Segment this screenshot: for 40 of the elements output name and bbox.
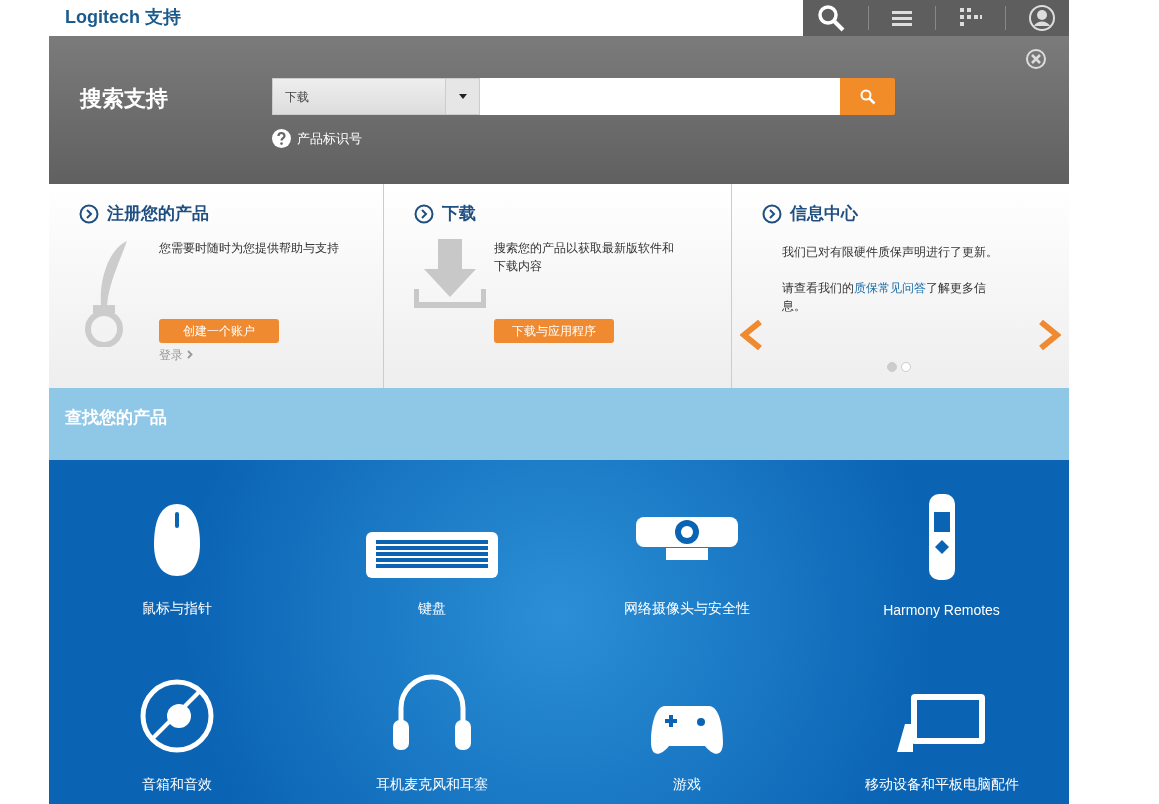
card-text: 我们已对有限硬件质保声明进行了更新。 [781, 244, 999, 261]
product-category-link[interactable]: 鼠标与指针 [141, 600, 212, 618]
speaker-icon [138, 678, 215, 754]
chevron-icon [186, 350, 193, 359]
card-title[interactable]: 下载 [442, 202, 476, 225]
mouse-icon [151, 502, 202, 578]
card-text: 搜索您的产品以获取最新版软件和下载内容 [494, 240, 675, 275]
chevron-circle-icon [414, 203, 434, 224]
close-icon[interactable] [1025, 48, 1047, 70]
next-arrow-icon[interactable] [1039, 320, 1061, 350]
search-button[interactable] [840, 78, 895, 115]
search-title: 搜索支持 [80, 84, 169, 113]
product-id-link[interactable]: 产品标识号 [272, 129, 895, 148]
search-field[interactable] [480, 78, 840, 115]
previous-arrow-icon[interactable] [740, 320, 762, 350]
chevron-circle-icon [762, 203, 782, 224]
tablet-icon [896, 692, 987, 754]
chevron-circle-icon [79, 203, 99, 224]
carousel-dot[interactable] [901, 362, 911, 372]
product-category-link[interactable]: 网络摄像头与安全性 [623, 600, 750, 618]
product-category-link[interactable]: 移动设备和平板电脑配件 [864, 776, 1019, 794]
keyboard-icon [365, 532, 498, 578]
help-icon [272, 129, 291, 148]
section-title: 查找您的产品 [65, 405, 167, 429]
product-category-link[interactable]: 键盘 [417, 600, 446, 618]
product-category-link[interactable]: 游戏 [672, 776, 701, 794]
category-select[interactable]: 下载 [272, 78, 480, 115]
caret-icon[interactable] [445, 79, 479, 114]
brand-title[interactable]: Logitech 支持 [49, 0, 197, 36]
card-text: 请查看我们的质保常见问答了解更多信息。 [781, 280, 987, 315]
carousel-dot[interactable] [887, 362, 897, 372]
warranty-faq-link[interactable]: 质保常见问答 [854, 281, 926, 295]
remote-icon [928, 494, 955, 580]
card-title[interactable]: 信息中心 [790, 202, 858, 225]
card-text: 您需要时随时为您提供帮助与支持 [159, 240, 340, 257]
search-icon [859, 88, 876, 105]
product-category-link[interactable]: 耳机麦克风和耳塞 [375, 776, 488, 794]
product-category-link[interactable]: 音箱和音效 [141, 776, 212, 794]
card-title[interactable]: 注册您的产品 [107, 202, 209, 225]
product-category-link[interactable]: Harmony Remotes [883, 602, 1000, 618]
